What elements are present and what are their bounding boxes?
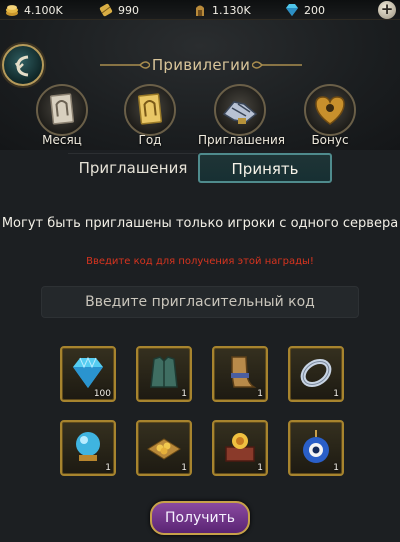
diamond-icon bbox=[286, 4, 298, 16]
scroll-value: 990 bbox=[118, 3, 139, 17]
privilege-tabs: Месяц Год Приглашения Бонус bbox=[20, 84, 380, 160]
reward-qty: 1 bbox=[333, 389, 339, 399]
ring-icon bbox=[300, 359, 332, 387]
tab-invitations-label: Приглашения bbox=[198, 133, 285, 147]
segment-control: Приглашения Принять bbox=[68, 153, 332, 183]
tab-invitations[interactable]: Приглашения bbox=[198, 84, 285, 160]
reward-qty: 1 bbox=[105, 463, 111, 473]
medal bbox=[214, 84, 266, 136]
tab-month[interactable]: Месяц bbox=[20, 84, 104, 160]
gold-coins-icon bbox=[6, 5, 18, 16]
receive-button[interactable]: Получить bbox=[150, 501, 250, 535]
evil-eye-amulet-icon bbox=[303, 430, 329, 463]
accept-panel: Приглашения Принять Могут быть приглашен… bbox=[0, 150, 400, 542]
title-wrap: Привилегии bbox=[70, 52, 332, 80]
diamond-resource: 200 bbox=[284, 2, 325, 18]
tab-bonus-label: Бонус bbox=[311, 133, 349, 147]
reward-qty: 1 bbox=[181, 389, 187, 399]
treasure-box-icon bbox=[225, 433, 255, 462]
bonus-emblem-icon bbox=[315, 96, 345, 125]
handshake-icon bbox=[222, 101, 258, 124]
reward-slot[interactable]: 1 bbox=[212, 420, 268, 476]
invite-code-input[interactable] bbox=[41, 286, 359, 318]
reward-qty: 1 bbox=[181, 463, 187, 473]
segment-accept[interactable]: Принять bbox=[198, 153, 332, 183]
reward-qty: 100 bbox=[93, 389, 111, 399]
reward-slot[interactable]: 1 bbox=[136, 420, 192, 476]
yearly-card-icon bbox=[137, 93, 163, 125]
back-arrow-icon bbox=[14, 55, 29, 77]
tab-year[interactable]: Год bbox=[108, 84, 192, 160]
back-button[interactable] bbox=[2, 44, 44, 86]
diamond-icon bbox=[73, 356, 103, 388]
vest-armor-icon bbox=[150, 356, 178, 388]
tab-month-label: Месяц bbox=[42, 133, 82, 147]
info-text: Могут быть приглашены только игроки с од… bbox=[1, 216, 399, 231]
crown-icon bbox=[196, 5, 204, 16]
segment-invitations[interactable]: Приглашения bbox=[68, 153, 198, 183]
crown-value: 1.130K bbox=[212, 3, 251, 17]
gold-value: 4.100K bbox=[24, 3, 63, 17]
scroll-resource: 990 bbox=[98, 2, 139, 18]
diamond-value: 200 bbox=[304, 3, 325, 17]
privileges-header: Привилегии Месяц Год Приглашения Бонус bbox=[0, 20, 400, 150]
scroll-icon bbox=[99, 3, 113, 17]
resource-bar: 4.100K 990 1.130K 200 + bbox=[0, 0, 400, 20]
leg-armor-icon bbox=[231, 356, 257, 388]
reward-slot[interactable]: 1 bbox=[60, 420, 116, 476]
gold-resource: 4.100K bbox=[4, 2, 63, 18]
medal bbox=[304, 84, 356, 136]
medal bbox=[36, 84, 88, 136]
reward-slot[interactable]: 100 bbox=[60, 346, 116, 402]
reward-qty: 1 bbox=[257, 463, 263, 473]
reward-slot[interactable]: 1 bbox=[136, 346, 192, 402]
reward-qty: 1 bbox=[257, 389, 263, 399]
monthly-card-icon bbox=[49, 93, 75, 125]
crystal-ball-icon bbox=[76, 432, 100, 461]
add-currency-button[interactable]: + bbox=[378, 1, 396, 19]
reward-slot[interactable]: 1 bbox=[212, 346, 268, 402]
right-ornament-icon bbox=[252, 61, 302, 69]
warning-text: Введите код для получения этой награды! bbox=[86, 256, 314, 267]
crown-resource: 1.130K bbox=[192, 2, 251, 18]
tab-bonus[interactable]: Бонус bbox=[288, 84, 372, 160]
tab-year-label: Год bbox=[138, 133, 162, 147]
reward-slot[interactable]: 1 bbox=[288, 346, 344, 402]
reward-slot[interactable]: 1 bbox=[288, 420, 344, 476]
gold-pile-icon bbox=[147, 438, 181, 460]
reward-qty: 1 bbox=[333, 463, 339, 473]
medal bbox=[124, 84, 176, 136]
